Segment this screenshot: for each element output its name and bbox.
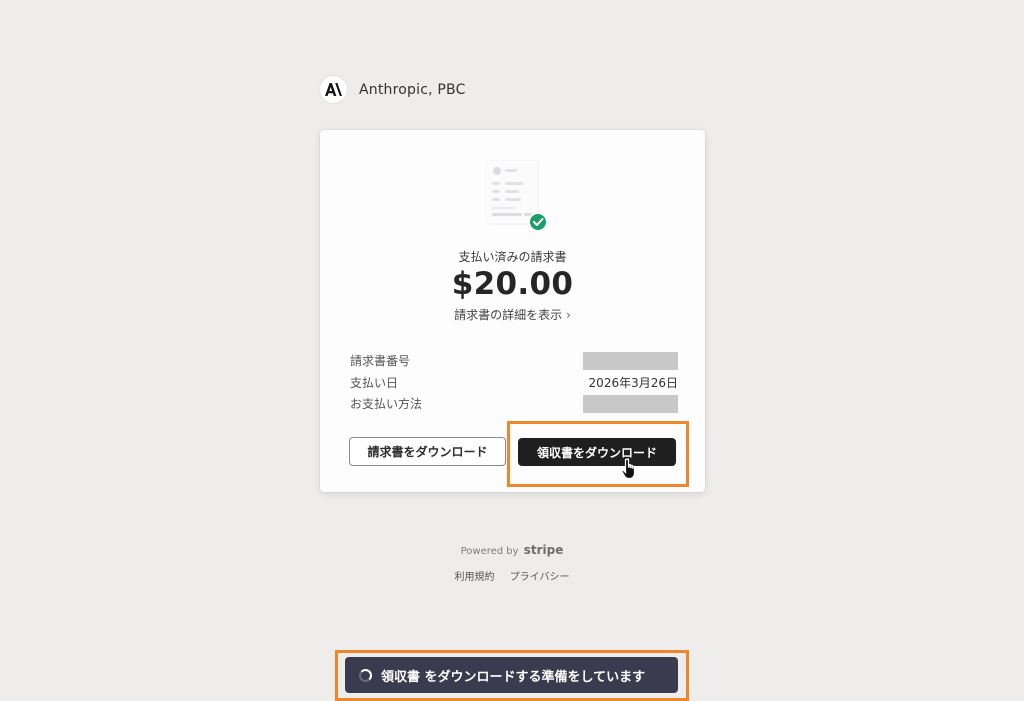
chevron-right-icon: › bbox=[566, 308, 571, 322]
merchant-name: Anthropic, PBC bbox=[359, 81, 466, 98]
download-receipt-button[interactable]: 領収書をダウンロード bbox=[518, 438, 676, 466]
anthropic-logo-icon bbox=[320, 76, 347, 103]
toast-message: 領収書 をダウンロードする準備をしています bbox=[381, 669, 646, 685]
payment-date-row: 支払い日 2026年3月26日 bbox=[350, 372, 678, 394]
paid-invoice-icon bbox=[486, 160, 548, 232]
invoice-card: 支払い済みの請求書 $20.00 請求書の詳細を表示 › 請求書番号 支払い日 2… bbox=[320, 130, 705, 492]
brand-header: Anthropic, PBC bbox=[320, 76, 466, 103]
invoice-number-label: 請求書番号 bbox=[350, 354, 411, 369]
invoice-details-list: 請求書番号 支払い日 2026年3月26日 お支払い方法 bbox=[350, 350, 678, 415]
powered-by-label: Powered by bbox=[460, 546, 519, 557]
view-invoice-details-link[interactable]: 請求書の詳細を表示 › bbox=[320, 306, 705, 323]
hand-cursor-icon bbox=[621, 458, 636, 480]
payment-method-row: お支払い方法 bbox=[350, 393, 678, 415]
view-invoice-details-label: 請求書の詳細を表示 bbox=[454, 308, 563, 322]
privacy-link[interactable]: プライバシー bbox=[510, 572, 570, 583]
invoice-amount: $20.00 bbox=[451, 266, 574, 302]
payment-date-label: 支払い日 bbox=[350, 375, 399, 390]
page: Anthropic, PBC 支払い済みの請求書 $20.00 請求書の詳細を表… bbox=[0, 0, 1024, 701]
powered-by-stripe[interactable]: Powered by stripe bbox=[0, 543, 1024, 557]
loading-spinner-icon bbox=[359, 668, 372, 682]
invoice-number-redacted bbox=[583, 351, 678, 370]
invoice-number-row: 請求書番号 bbox=[350, 350, 678, 372]
footer-links: 利用規約 プライバシー bbox=[0, 568, 1024, 583]
payment-date-value: 2026年3月26日 bbox=[588, 375, 678, 390]
download-invoice-button[interactable]: 請求書をダウンロード bbox=[349, 437, 506, 466]
download-toast: 領収書 をダウンロードする準備をしています bbox=[345, 657, 678, 693]
payment-method-redacted bbox=[583, 394, 678, 413]
invoice-status-label: 支払い済みの請求書 bbox=[458, 250, 567, 264]
terms-link[interactable]: 利用規約 bbox=[455, 572, 495, 583]
stripe-logo: stripe bbox=[523, 543, 564, 557]
payment-method-label: お支払い方法 bbox=[350, 397, 423, 412]
